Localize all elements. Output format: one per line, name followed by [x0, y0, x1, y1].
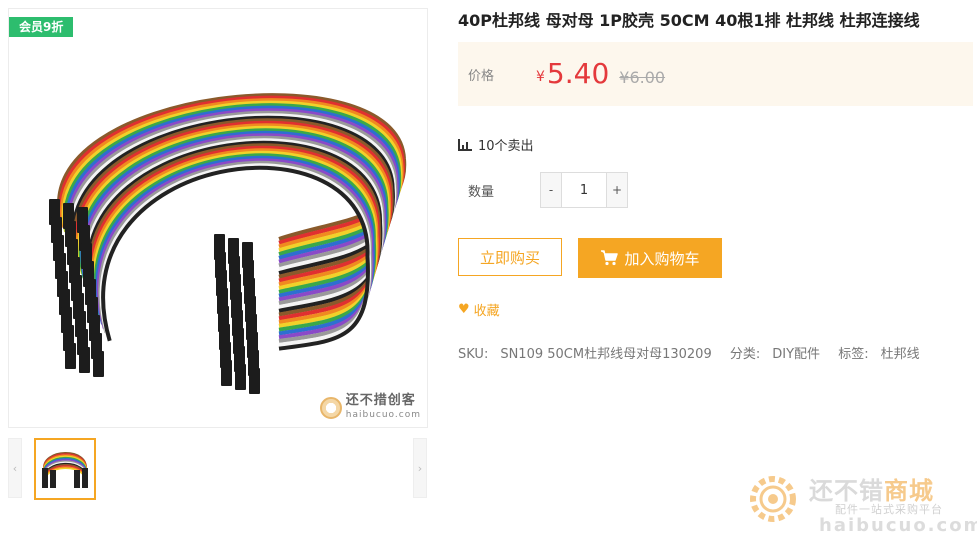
cable-connector: [235, 364, 246, 390]
thumb-prev-arrow-icon[interactable]: ‹: [8, 438, 22, 498]
favorite-label: 收藏: [473, 304, 500, 319]
cable-connector: [65, 343, 76, 369]
cable-connector: [79, 347, 90, 373]
favorite-link[interactable]: ♥ 收藏: [458, 300, 973, 319]
thumb-next-arrow-icon[interactable]: ›: [413, 438, 427, 498]
brand-url: haibucuo.com: [819, 515, 977, 536]
watermark-en: haibucuo.com: [345, 410, 421, 420]
heart-icon: ♥: [458, 302, 470, 317]
sales-count: 10个卖出: [458, 135, 973, 154]
main-product-image[interactable]: 会员9折 还不措创客 haibucuo.com: [8, 8, 428, 428]
tag-label: 标签:: [838, 347, 869, 362]
thumbnail-image[interactable]: [34, 438, 96, 500]
cable-connector: [93, 351, 104, 377]
action-buttons: 立即购买 加入购物车: [458, 238, 973, 278]
member-discount-badge: 会员9折: [9, 17, 74, 37]
quantity-stepper: - +: [540, 172, 628, 208]
current-price: 5.40: [546, 57, 610, 90]
ribbon-cable-illustration: [49, 93, 407, 394]
category-label: 分类:: [729, 347, 761, 362]
sales-count-text: 10个卖出: [478, 139, 534, 154]
original-price: ¥6.00: [619, 67, 666, 87]
brand-watermark: 还不错商城 配件一站式采购平台 haibucuo.com: [743, 467, 977, 537]
thumbnail-cable-illustration: [42, 452, 88, 488]
price-label: 价格: [468, 68, 495, 84]
image-watermark: 还不措创客 haibucuo.com: [319, 393, 421, 421]
gear-logo-icon: [750, 476, 796, 522]
price-box: 价格 ¥ 5.40 ¥6.00: [458, 42, 973, 106]
quantity-input[interactable]: [561, 173, 607, 207]
product-title: 40P杜邦线 母对母 1P胶壳 50CM 40根1排 杜邦线 杜邦连接线: [458, 11, 920, 30]
product-gallery: 会员9折 还不措创客 haibucuo.com ‹ ›: [8, 8, 428, 500]
quantity-label: 数量: [468, 184, 495, 200]
quantity-increase-button[interactable]: +: [607, 173, 627, 207]
quantity-row: 数量 - +: [458, 172, 973, 208]
add-to-cart-button[interactable]: 加入购物车: [578, 238, 722, 278]
cart-icon: [601, 250, 619, 266]
bar-chart-icon: [458, 138, 472, 151]
watermark-cn: 还不措创客: [345, 393, 416, 408]
quantity-decrease-button[interactable]: -: [541, 173, 561, 207]
watermark-logo-icon: [319, 397, 342, 419]
sku-value: SN109 50CM杜邦线母对母130209: [500, 347, 712, 362]
category-link[interactable]: DIY配件: [772, 347, 820, 362]
add-to-cart-label: 加入购物车: [624, 249, 700, 268]
sku-label: SKU:: [458, 347, 489, 362]
cable-connector: [249, 368, 260, 394]
product-meta: SKU: SN109 50CM杜邦线母对母130209 分类: DIY配件 标签: 杜…: [458, 343, 973, 362]
thumbnail-strip: ‹ ›: [8, 438, 428, 500]
product-info: 40P杜邦线 母对母 1P胶壳 50CM 40根1排 杜邦线 杜邦连接线 价格 …: [458, 0, 973, 362]
buy-now-button[interactable]: 立即购买: [458, 238, 562, 276]
tag-link[interactable]: 杜邦线: [881, 347, 920, 362]
price-currency: ¥: [536, 69, 545, 85]
cable-connector: [221, 360, 232, 386]
